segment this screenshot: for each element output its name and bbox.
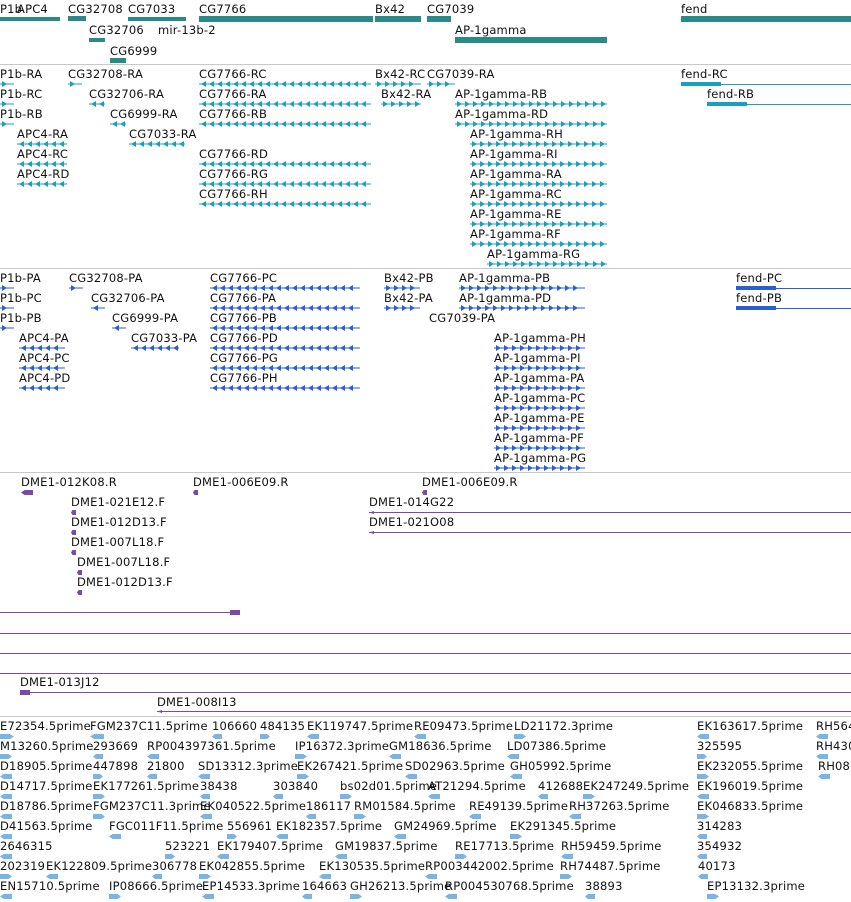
ep13132-3prime-label: EP13132.3prime: [707, 879, 806, 893]
306778-label: 306778: [152, 859, 198, 873]
303840-label: 303840: [273, 779, 319, 793]
325595-label: 325595: [697, 739, 743, 753]
re17713-5prime-label: RE17713.5prime: [455, 839, 555, 853]
354932-label: 354932: [697, 839, 743, 853]
re09473-5prime-label: RE09473.5prime: [414, 719, 514, 733]
ek179407-5prime-label: EK179407.5prime: [217, 839, 324, 853]
est-feature-rh08[interactable]: [818, 774, 830, 779]
d14717-5prime-label: D14717.5prime: [0, 779, 93, 793]
gh05992-5prime-label: GH05992.5prime: [510, 759, 612, 773]
rp003442002-5prime-label: RP003442002.5prime: [425, 859, 554, 873]
ek046833-5prime-label: EK046833.5prime: [697, 799, 804, 813]
est-feature-38893[interactable]: [585, 894, 595, 899]
314283-label: 314283: [697, 819, 743, 833]
ek196019-5prime-label: EK196019.5prime: [697, 779, 804, 793]
21800-label: 21800: [147, 759, 185, 773]
40173-label: 40173: [698, 859, 736, 873]
rh564-label: RH564: [816, 719, 851, 733]
sd13312-3prime-label: SD13312.3prime: [198, 759, 299, 773]
202319-label: 202319: [0, 859, 46, 873]
447898-label: 447898: [93, 759, 139, 773]
ek163617-5prime-label: EK163617.5prime: [697, 719, 804, 733]
ek042855-5prime-label: EK042855.5prime: [199, 859, 306, 873]
164663-label: 164663: [302, 879, 348, 893]
38438-label: 38438: [200, 779, 238, 793]
fgm237c11-5prime-label: FGM237C11.5prime: [90, 719, 208, 733]
est-feature-ip08666-5prime[interactable]: [109, 894, 121, 899]
est-feature-ep14533-3prime[interactable]: [202, 894, 214, 899]
gm18636-5prime-label: GM18636.5prime: [389, 739, 492, 753]
en15710-5prime-label: EN15710.5prime: [0, 879, 100, 893]
rh430-label: RH430: [816, 739, 851, 753]
m13260-5prime-label: M13260.5prime: [0, 739, 94, 753]
rh74487-5prime-label: RH74487.5prime: [560, 859, 661, 873]
293669-label: 293669: [93, 739, 139, 753]
d18786-5prime-label: D18786.5prime: [0, 799, 93, 813]
rh59459-5prime-label: RH59459.5prime: [561, 839, 662, 853]
genome-browser-viewport[interactable]: P1b APC4 CG32708 CG7033 CG7766 Bx42 CG7039 fend…: [0, 0, 851, 902]
fgc011f11-5prime-label: FGC011F11.5prime: [109, 819, 224, 833]
est-feature-fgc011f11-5prime[interactable]: [109, 834, 121, 839]
ek122809-5prime-label: EK122809.5prime: [46, 859, 153, 873]
est-feature-gh26213-5prime[interactable]: [350, 894, 362, 899]
rp004530768-5prime-label: RP004530768.5prime: [445, 879, 574, 893]
186117-label: 186117: [306, 799, 352, 813]
106660-label: 106660: [212, 719, 258, 733]
d18905-5prime-label: D18905.5prime: [0, 759, 93, 773]
ek247249-5prime-label: EK247249.5prime: [583, 779, 690, 793]
gh26213-5prime-label: GH26213.5prime: [350, 879, 452, 893]
ip08666-5prime-label: IP08666.5prime: [109, 879, 204, 893]
ip16372-3prime-label: IP16372.3prime: [295, 739, 390, 753]
est-feature-164663[interactable]: [302, 894, 312, 899]
484135-label: 484135: [260, 719, 306, 733]
rh37263-5prime-label: RH37263.5prime: [569, 799, 670, 813]
ek267421-5prime-label: EK267421.5prime: [297, 759, 404, 773]
re49139-5prime-label: RE49139.5prime: [469, 799, 569, 813]
ek182357-5prime-label: EK182357.5prime: [276, 819, 383, 833]
ek177261-5prime-label: EK177261.5prime: [93, 779, 200, 793]
est-feature-rp004530768-5prime[interactable]: [445, 894, 457, 899]
ld21172-3prime-label: LD21172.3prime: [514, 719, 614, 733]
bs02d01-5prime-label: bs02d01.5prime: [340, 779, 438, 793]
2646315-label: 2646315: [0, 839, 53, 853]
ep14533-3prime-label: EP14533.3prime: [202, 879, 301, 893]
556961-label: 556961: [227, 819, 273, 833]
est-feature-en15710-5prime[interactable]: [0, 894, 12, 899]
ek291345-5prime-label: EK291345.5prime: [510, 819, 617, 833]
38893-label: 38893: [585, 879, 623, 893]
523221-label: 523221: [165, 839, 211, 853]
rp004397361-5prime-label: RP004397361.5prime: [147, 739, 276, 753]
ek232055-5prime-label: EK232055.5prime: [697, 759, 804, 773]
rh08-label: RH08: [818, 759, 851, 773]
rm01584-5prime-label: RM01584.5prime: [354, 799, 456, 813]
fgm237c11-3prime-label: FGM237C11.3prime: [93, 799, 211, 813]
gm24969-5prime-label: GM24969.5prime: [394, 819, 497, 833]
e72354-5prime-label: E72354.5prime: [0, 719, 91, 733]
est-feature-ep13132-3prime[interactable]: [707, 894, 719, 899]
est-track: E72354.5prime FGM237C11.5prime 106660 48413…: [0, 0, 851, 902]
d41563-5prime-label: D41563.5prime: [0, 819, 93, 833]
at21294-5prime-label: AT21294.5prime: [428, 779, 526, 793]
gm19837-5prime-label: GM19837.5prime: [335, 839, 438, 853]
412688-label: 412688: [538, 779, 584, 793]
ek119747-5prime-label: EK119747.5prime: [307, 719, 414, 733]
ld07386-5prime-label: LD07386.5prime: [507, 739, 607, 753]
sd02963-5prime-label: SD02963.5prime: [405, 759, 506, 773]
ek040522-5prime-label: EK040522.5prime: [200, 799, 307, 813]
ek130535-5prime-label: EK130535.5prime: [319, 859, 426, 873]
est-feature-fgm237c11-3prime[interactable]: [93, 814, 105, 819]
